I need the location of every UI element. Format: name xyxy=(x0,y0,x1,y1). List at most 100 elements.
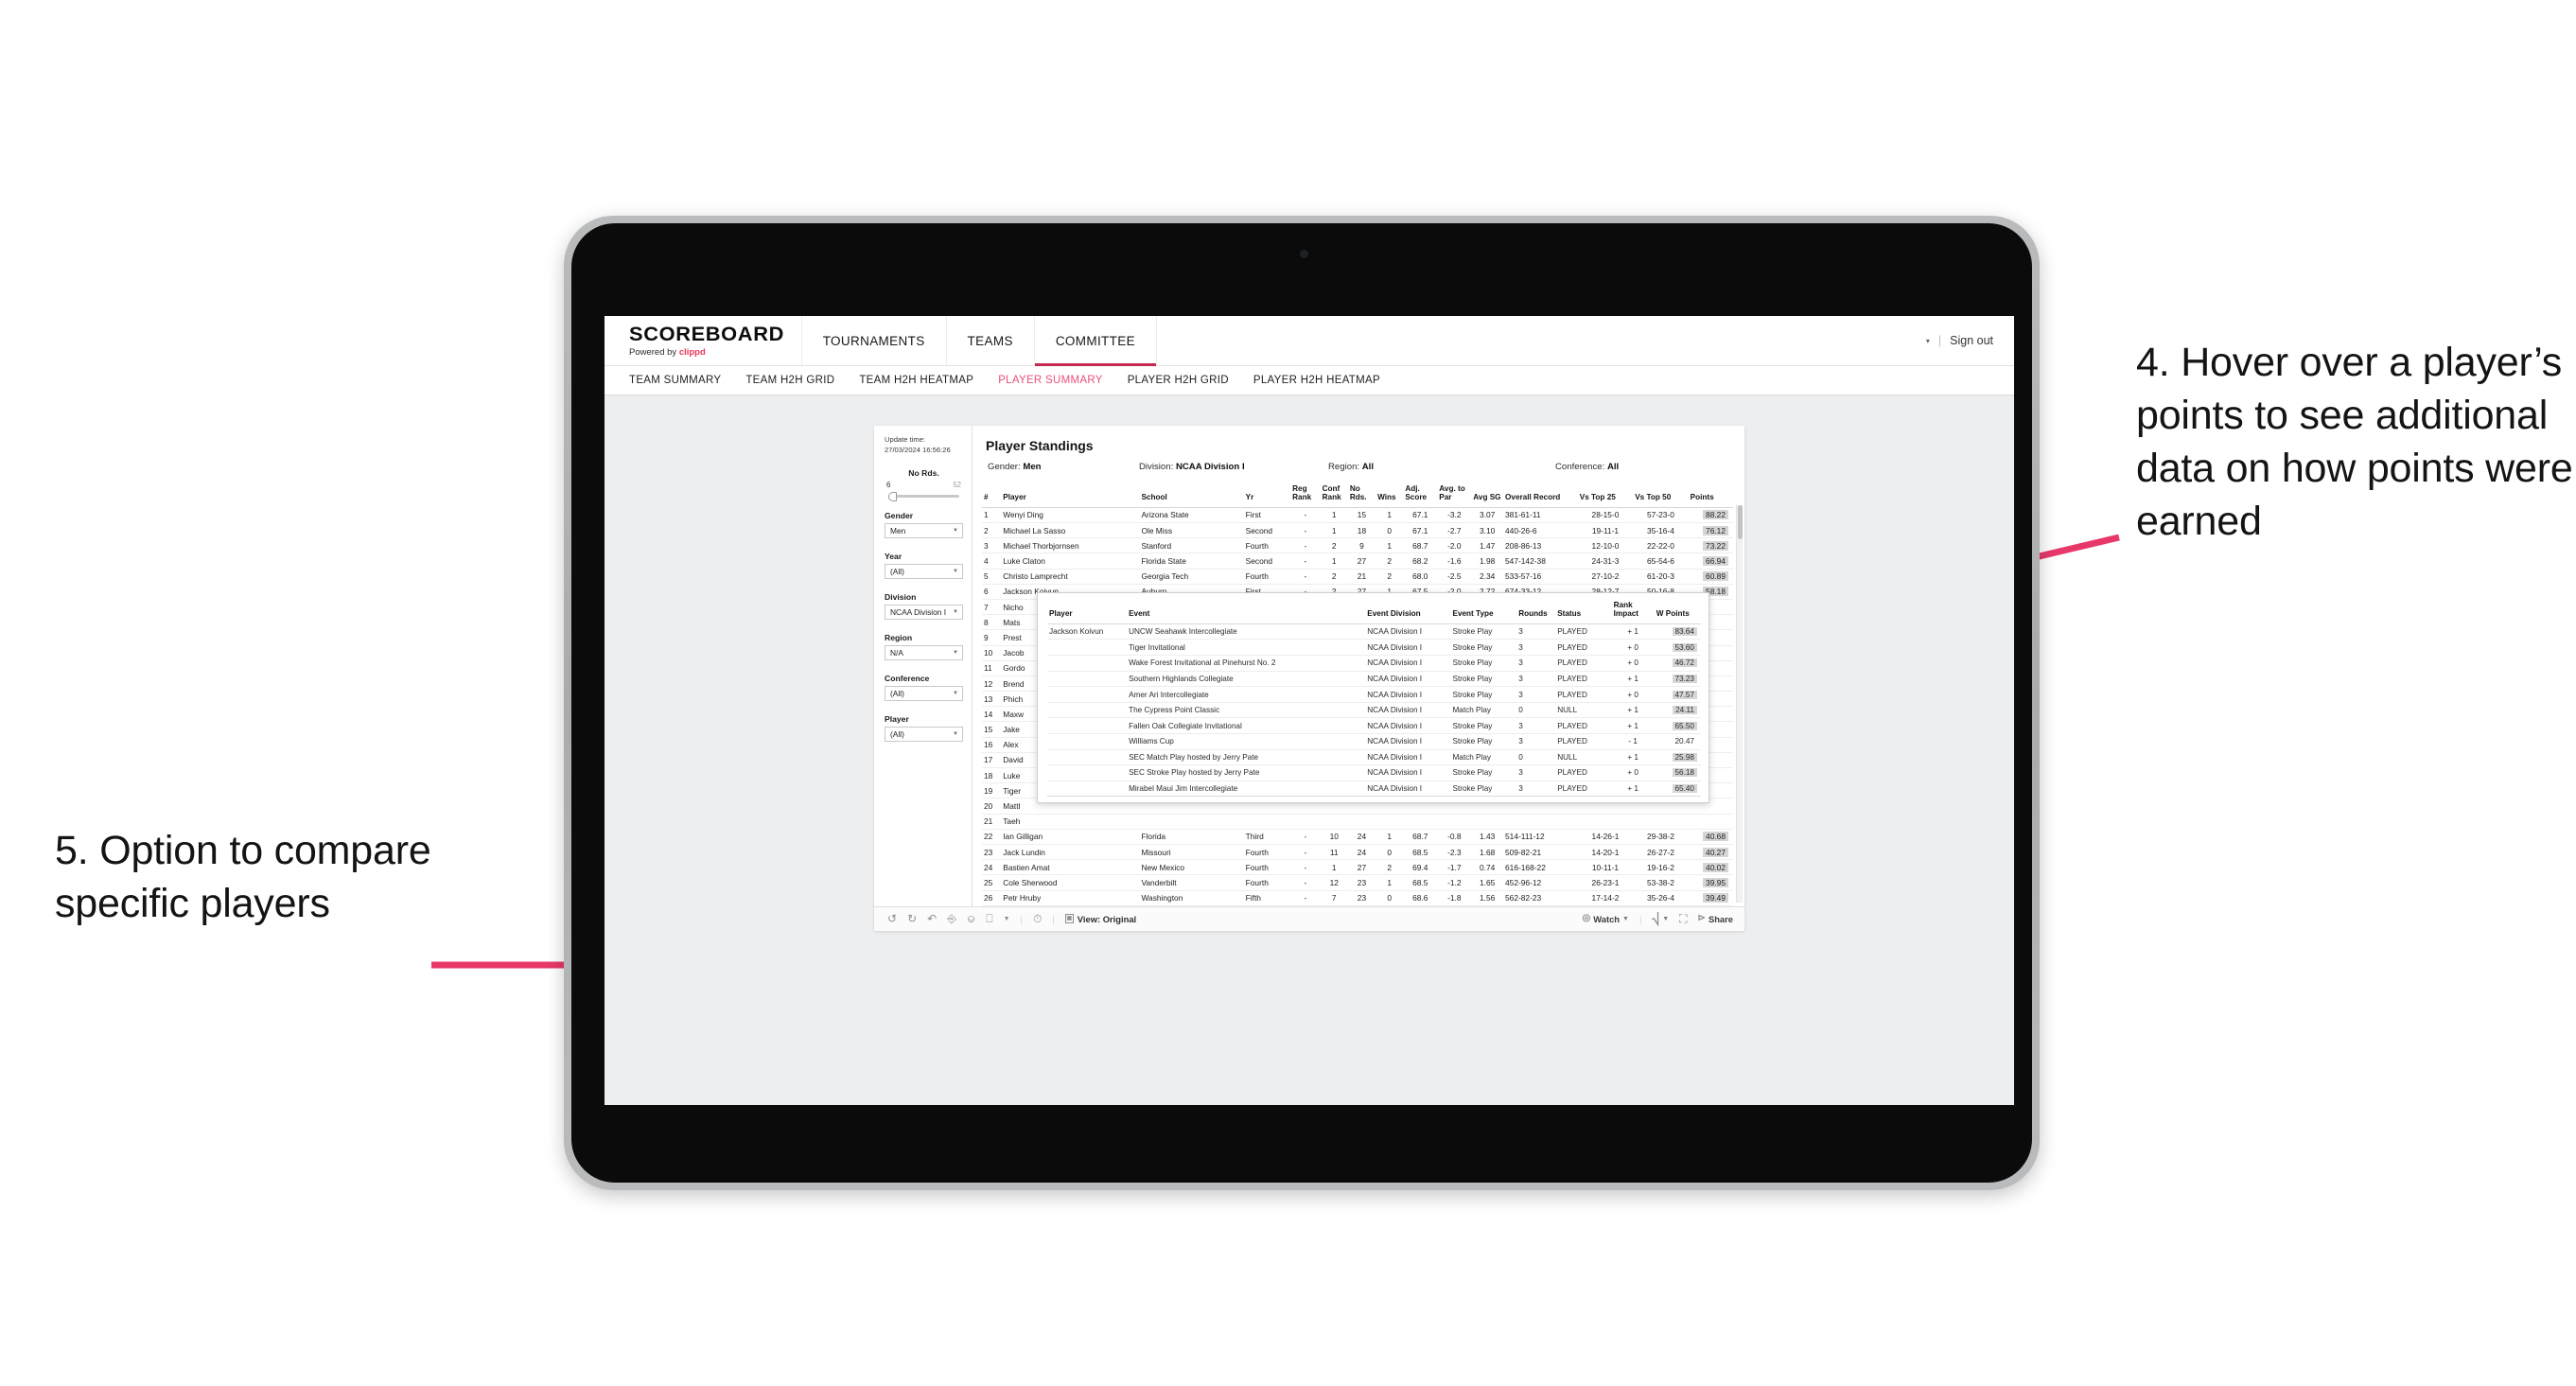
cell-reg: - xyxy=(1290,537,1321,554)
tooltip-event: SEC Match Play hosted by Jerry Pate xyxy=(1127,748,1366,765)
tooltip-division: NCAA Division I xyxy=(1365,701,1451,718)
tab-player-summary[interactable]: PLAYER SUMMARY xyxy=(998,375,1103,386)
table-row[interactable]: 4 Luke Claton Florida State Second -1 27 2 68.2… xyxy=(982,553,1733,570)
table-row[interactable]: 23 Jack Lundin Missouri Fourth -11 24 0 68.5 -2.… xyxy=(982,844,1733,861)
filter-player-dropdown[interactable]: (All) ▼ xyxy=(885,727,963,742)
cell-points: 39.95 xyxy=(1688,874,1733,891)
table-row[interactable]: 1 Wenyi Ding Arizona State First -1 15 1 67.1 -3… xyxy=(982,507,1733,524)
points-value[interactable]: 40.02 xyxy=(1703,862,1728,872)
table-row[interactable]: 3 Michael Thorbjornsen Stanford Fourth -2 9 1 6… xyxy=(982,537,1733,554)
col-adj-score[interactable]: Adj. Score xyxy=(1403,482,1438,508)
refresh-icon[interactable]: ⎆ xyxy=(947,913,956,924)
points-value[interactable]: 88.22 xyxy=(1703,510,1728,520)
slider-handle[interactable] xyxy=(888,491,897,501)
cell-wins: 1 xyxy=(1376,874,1404,891)
alert-icon[interactable]: ⏱ xyxy=(1033,913,1042,924)
cell-sg: 3.10 xyxy=(1471,522,1504,539)
col-school[interactable]: School xyxy=(1139,482,1244,508)
custom-view-icon[interactable]: ⎕ xyxy=(986,913,992,924)
filter-region-dropdown[interactable]: N/A ▼ xyxy=(885,645,963,660)
chevron-down-icon[interactable]: ▼ xyxy=(1004,916,1010,922)
points-value[interactable]: 60.89 xyxy=(1703,571,1728,582)
cell-adj: 68.7 xyxy=(1403,829,1438,845)
tab-team-h2h-grid[interactable]: TEAM H2H GRID xyxy=(745,375,834,386)
cell-t50: 29-38-2 xyxy=(1633,829,1689,845)
table-row[interactable]: 22 Ian Gilligan Florida Third -10 24 1 68.7 -0.8… xyxy=(982,829,1733,845)
table-row[interactable]: 26 Petr Hruby Washington Fifth -7 23 0 68.6 -1.8… xyxy=(982,890,1733,906)
scrollbar-thumb[interactable] xyxy=(1738,505,1743,539)
share-button[interactable]: ⊳ Share xyxy=(1698,914,1733,924)
table-row[interactable]: 2 Michael La Sasso Ole Miss Second -1 18 0 67.1… xyxy=(982,522,1733,539)
tooltip-row: Fallen Oak Collegiate Invitational NCAA D… xyxy=(1047,717,1701,734)
table-scrollbar[interactable] xyxy=(1736,505,1743,903)
tooltip-rounds: 3 xyxy=(1516,639,1556,656)
points-value[interactable]: 40.68 xyxy=(1703,832,1728,842)
topnav-item-committee[interactable]: COMMITTEE xyxy=(1034,316,1157,366)
watch-button[interactable]: ◎ Watch ▼ xyxy=(1583,914,1629,924)
cell-record: 514-111-12 xyxy=(1503,829,1578,845)
tt-col-player: Player xyxy=(1049,609,1073,619)
col-avg-to-par[interactable]: Avg. to Par xyxy=(1437,482,1472,508)
sign-out-button[interactable]: Sign out xyxy=(1950,334,1993,347)
points-value[interactable]: 39.95 xyxy=(1703,877,1728,887)
app-header: SCOREBOARD Powered by clippd TOURNAMENTS… xyxy=(605,316,2014,366)
col-conf-rank[interactable]: Conf Rank xyxy=(1320,482,1348,508)
redo-icon[interactable]: ↻ xyxy=(907,913,917,924)
cell-yr: Fifth xyxy=(1243,890,1291,906)
download-button[interactable]: ⎷ ▼ xyxy=(1652,913,1669,924)
col-yr[interactable]: Yr xyxy=(1243,482,1291,508)
cell-conf: 2 xyxy=(1320,537,1348,554)
summary-conference: Conference: All xyxy=(1555,462,1619,472)
fullscreen-icon[interactable]: ⛶ xyxy=(1679,913,1687,924)
cell-conf: 10 xyxy=(1320,829,1348,845)
tab-player-h2h-heatmap[interactable]: PLAYER H2H HEATMAP xyxy=(1253,375,1380,386)
tab-team-summary[interactable]: TEAM SUMMARY xyxy=(629,375,721,386)
table-row[interactable]: 25 Cole Sherwood Vanderbilt Fourth -12 23 1 68.… xyxy=(982,874,1733,891)
col-player[interactable]: Player xyxy=(1001,482,1140,508)
cell-rank: 14 xyxy=(982,706,1002,723)
col-overall-record[interactable]: Overall Record xyxy=(1503,482,1578,508)
filter-year-dropdown[interactable]: (All) ▼ xyxy=(885,564,963,579)
points-value[interactable]: 76.12 xyxy=(1703,525,1728,535)
filter-no-rounds: No Rds. 6 52 xyxy=(885,468,963,501)
no-rounds-slider[interactable] xyxy=(888,491,959,501)
undo-icon[interactable]: ↺ xyxy=(887,913,897,924)
watch-icon: ◎ xyxy=(1582,913,1591,924)
filter-division-dropdown[interactable]: NCAA Division I ▼ xyxy=(885,605,963,620)
brand-logo[interactable]: SCOREBOARD Powered by clippd xyxy=(605,316,802,365)
points-value[interactable]: 39.49 xyxy=(1703,893,1728,904)
col-reg-rank[interactable]: Reg Rank xyxy=(1290,482,1321,508)
revert-icon[interactable]: ↶ xyxy=(927,913,937,924)
filter-conference-dropdown[interactable]: (All) ▼ xyxy=(885,686,963,701)
col-rank[interactable]: # xyxy=(982,482,1002,508)
filter-conference: Conference (All) ▼ xyxy=(885,674,963,701)
table-row[interactable]: 24 Bastien Amat New Mexico Fourth -1 27 2 69.4-… xyxy=(982,859,1733,876)
topnav-item-tournaments[interactable]: TOURNAMENTS xyxy=(802,316,947,365)
col-no-rds[interactable]: No Rds. xyxy=(1347,482,1376,508)
topnav-item-teams[interactable]: TEAMS xyxy=(947,316,1035,365)
clippd-brand: clippd xyxy=(678,346,706,358)
tooltip-division: NCAA Division I xyxy=(1365,780,1451,798)
table-row[interactable]: 21 Taeh xyxy=(982,814,1733,830)
tab-player-h2h-grid[interactable]: PLAYER H2H GRID xyxy=(1128,375,1229,386)
cell-t25: 26-23-1 xyxy=(1577,874,1634,891)
col-vs-top-50[interactable]: Vs Top 50 xyxy=(1633,482,1689,508)
tooltip-impact: + 1 xyxy=(1611,780,1655,798)
col-wins[interactable]: Wins xyxy=(1376,482,1404,508)
points-value[interactable]: 66.94 xyxy=(1703,556,1728,566)
points-value[interactable]: 73.22 xyxy=(1703,540,1728,551)
view-original-button[interactable]: ▣ View: Original xyxy=(1064,914,1136,924)
col-vs-top-25[interactable]: Vs Top 25 xyxy=(1577,482,1634,508)
table-row[interactable]: 5 Christo Lamprecht Georgia Tech Fourth -2 21… xyxy=(982,569,1733,585)
cell-rank: 12 xyxy=(982,675,1002,693)
points-value[interactable]: 40.27 xyxy=(1703,847,1728,857)
tab-team-h2h-heatmap[interactable]: TEAM H2H HEATMAP xyxy=(859,375,973,386)
tooltip-player xyxy=(1047,733,1128,750)
col-points[interactable]: Points xyxy=(1688,482,1733,508)
filter-gender-dropdown[interactable]: Men ▼ xyxy=(885,523,963,538)
cell-school: Vanderbilt xyxy=(1139,874,1244,891)
col-avg-sg[interactable]: Avg SG xyxy=(1471,482,1504,508)
chevron-down-icon[interactable]: ▾ xyxy=(1926,337,1930,345)
cell-school: Stanford xyxy=(1139,537,1244,554)
pause-icon[interactable]: ⎉ xyxy=(967,913,976,924)
